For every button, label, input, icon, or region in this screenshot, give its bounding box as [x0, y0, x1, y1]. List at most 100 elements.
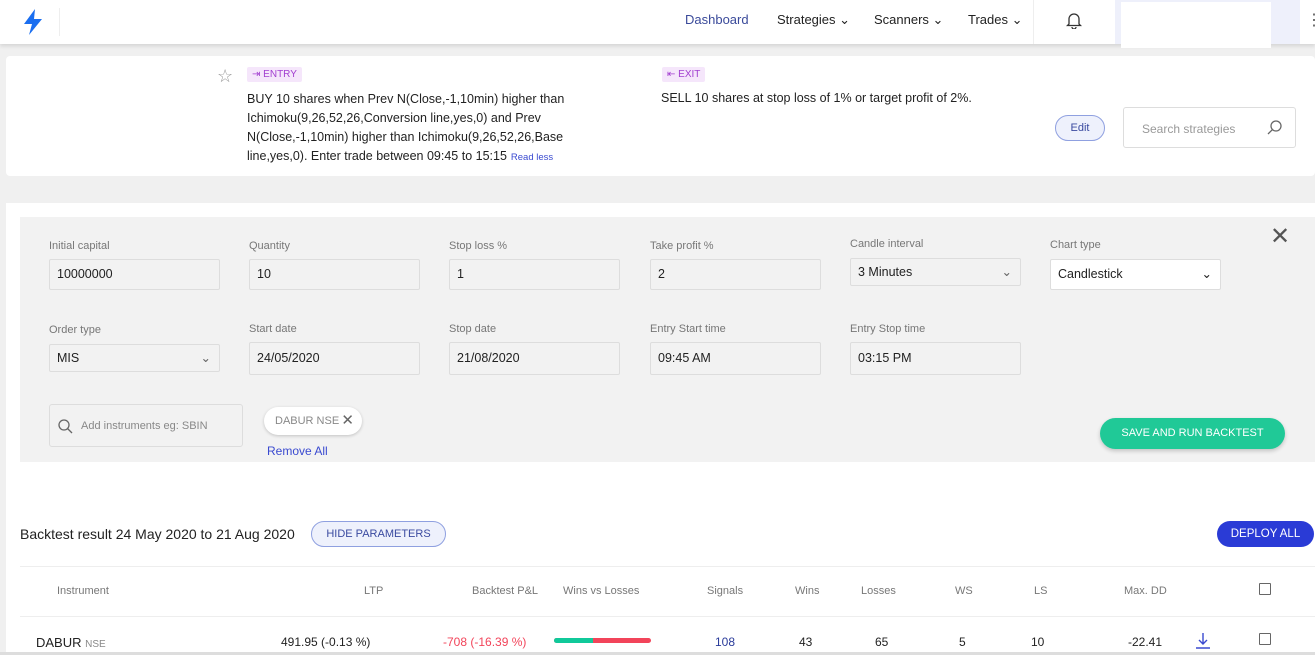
add-instrument-input[interactable]: Add instruments eg: SBIN — [49, 404, 243, 447]
search-strategies-input[interactable]: Search strategies — [1123, 107, 1296, 148]
col-pnl: Backtest P&L — [472, 585, 539, 597]
chevron-down-icon: ⌄ — [839, 12, 851, 27]
ls-cell: 10 — [1031, 635, 1045, 649]
stop-loss-label: Stop loss % — [449, 240, 508, 252]
quantity-label: Quantity — [249, 240, 290, 252]
ws-cell: 5 — [959, 635, 966, 649]
take-profit-input[interactable]: 2 — [650, 259, 821, 290]
edit-button[interactable]: Edit — [1055, 115, 1105, 141]
exit-tag-label: EXIT — [678, 69, 701, 80]
start-date-label: Start date — [249, 323, 297, 335]
col-wins-vs-losses: Wins vs Losses — [563, 585, 640, 597]
search-icon — [1267, 120, 1282, 135]
col-instrument: Instrument — [57, 585, 109, 597]
nav-dashboard[interactable]: Dashboard — [685, 12, 749, 27]
candle-interval-label: Candle interval — [850, 238, 924, 250]
select-all-checkbox[interactable] — [1259, 583, 1271, 595]
instrument-cell[interactable]: DABUR NSE — [36, 635, 106, 650]
col-wins: Wins — [795, 585, 820, 597]
user-menu[interactable] — [1115, 0, 1300, 48]
chevron-down-icon: ⌄ — [200, 351, 211, 365]
close-icon[interactable]: ✕ — [1270, 225, 1290, 249]
divider — [59, 8, 60, 36]
entry-start-input[interactable]: 09:45 AM — [650, 342, 821, 375]
chart-type-label: Chart type — [1050, 239, 1101, 251]
results-title: Backtest result 24 May 2020 to 21 Aug 20… — [20, 526, 295, 542]
nav-label: Trades — [968, 12, 1008, 27]
placeholder: Add instruments eg: SBIN — [81, 420, 208, 432]
entry-icon: ⇥ — [252, 69, 261, 80]
deploy-all-button[interactable]: DEPLOY ALL — [1217, 521, 1314, 547]
exit-description: SELL 10 shares at stop loss of 1% or tar… — [661, 91, 972, 105]
order-type-select[interactable]: MIS ⌄ — [49, 344, 220, 372]
col-losses: Losses — [861, 585, 896, 597]
col-signals: Signals — [707, 585, 744, 597]
entry-stop-label: Entry Stop time — [850, 323, 926, 335]
bell-icon[interactable] — [1065, 11, 1083, 32]
chip-label: DABUR NSE — [275, 415, 340, 427]
exchange: NSE — [85, 639, 106, 650]
stop-date-label: Stop date — [449, 323, 497, 335]
signals-cell[interactable]: 108 — [715, 635, 735, 649]
chart-type-select[interactable]: Candlestick ⌄ — [1050, 259, 1221, 290]
select-value: 3 Minutes — [858, 265, 913, 279]
wins-fill — [554, 638, 593, 643]
nav-trades[interactable]: Trades ⌄ — [968, 12, 1023, 28]
col-max-dd: Max. DD — [1124, 585, 1167, 597]
exit-icon: ⇤ — [667, 69, 676, 80]
chevron-down-icon: ⌄ — [1001, 265, 1012, 279]
divider — [20, 616, 1315, 617]
chevron-down-icon: ⌄ — [1201, 267, 1212, 281]
hide-parameters-button[interactable]: HIDE PARAMETERS — [311, 521, 446, 547]
nav-strategies[interactable]: Strategies ⌄ — [777, 12, 850, 28]
order-type-label: Order type — [49, 324, 101, 336]
search-placeholder: Search strategies — [1142, 122, 1236, 136]
nav-scanners[interactable]: Scanners ⌄ — [874, 12, 943, 28]
divider — [20, 566, 1315, 567]
wins-cell: 43 — [799, 635, 813, 649]
search-icon — [58, 419, 73, 434]
logo-bolt-icon[interactable] — [22, 9, 44, 38]
col-ltp: LTP — [364, 585, 384, 597]
select-value: MIS — [57, 351, 80, 365]
remove-all-link[interactable]: Remove All — [267, 444, 328, 458]
stop-date-input[interactable]: 21/08/2020 — [449, 342, 620, 375]
chevron-down-icon: ⌄ — [932, 12, 944, 27]
exit-tag: ⇤ EXIT — [662, 67, 706, 82]
star-icon[interactable]: ☆ — [217, 66, 233, 87]
download-icon[interactable] — [1195, 632, 1211, 652]
stop-loss-input[interactable]: 1 — [449, 259, 620, 290]
entry-start-label: Entry Start time — [650, 323, 726, 335]
candle-interval-select[interactable]: 3 Minutes ⌄ — [850, 258, 1021, 286]
start-date-input[interactable]: 24/05/2020 — [249, 342, 420, 375]
chevron-down-icon: ⌄ — [1011, 12, 1023, 27]
initial-capital-input[interactable]: 10000000 — [49, 259, 220, 290]
select-value: Candlestick — [1058, 267, 1123, 281]
entry-tag: ⇥ ENTRY — [247, 67, 302, 82]
divider — [1033, 0, 1034, 44]
close-icon[interactable]: ✕ — [341, 407, 354, 435]
top-nav: Dashboard Strategies ⌄ Scanners ⌄ Trades… — [0, 0, 1315, 48]
ltp-cell: 491.95 (-0.13 %) — [281, 635, 371, 649]
pnl-cell: -708 (-16.39 %) — [443, 635, 527, 649]
instrument-chip: DABUR NSE ✕ — [264, 407, 362, 435]
strategy-card — [6, 56, 1315, 176]
entry-description: BUY 10 shares when Prev N(Close,-1,10min… — [247, 90, 592, 167]
row-checkbox[interactable] — [1259, 633, 1271, 645]
col-ls: LS — [1034, 585, 1048, 597]
col-ws: WS — [955, 585, 973, 597]
read-less-link[interactable]: Read less — [511, 152, 553, 163]
save-and-run-button[interactable]: SAVE AND RUN BACKTEST — [1100, 418, 1285, 449]
quantity-input[interactable]: 10 — [249, 259, 420, 290]
initial-capital-label: Initial capital — [49, 240, 110, 252]
max-dd-cell: -22.41 — [1128, 635, 1163, 649]
entry-tag-label: ENTRY — [263, 69, 297, 80]
more-vertical-icon[interactable]: ⋮ — [1306, 10, 1315, 30]
take-profit-label: Take profit % — [650, 240, 714, 252]
nav-label: Scanners — [874, 12, 929, 27]
losses-cell: 65 — [875, 635, 889, 649]
nav-label: Strategies — [777, 12, 836, 27]
wins-losses-bar — [554, 638, 651, 643]
symbol: DABUR — [36, 635, 82, 650]
entry-stop-input[interactable]: 03:15 PM — [850, 342, 1021, 375]
